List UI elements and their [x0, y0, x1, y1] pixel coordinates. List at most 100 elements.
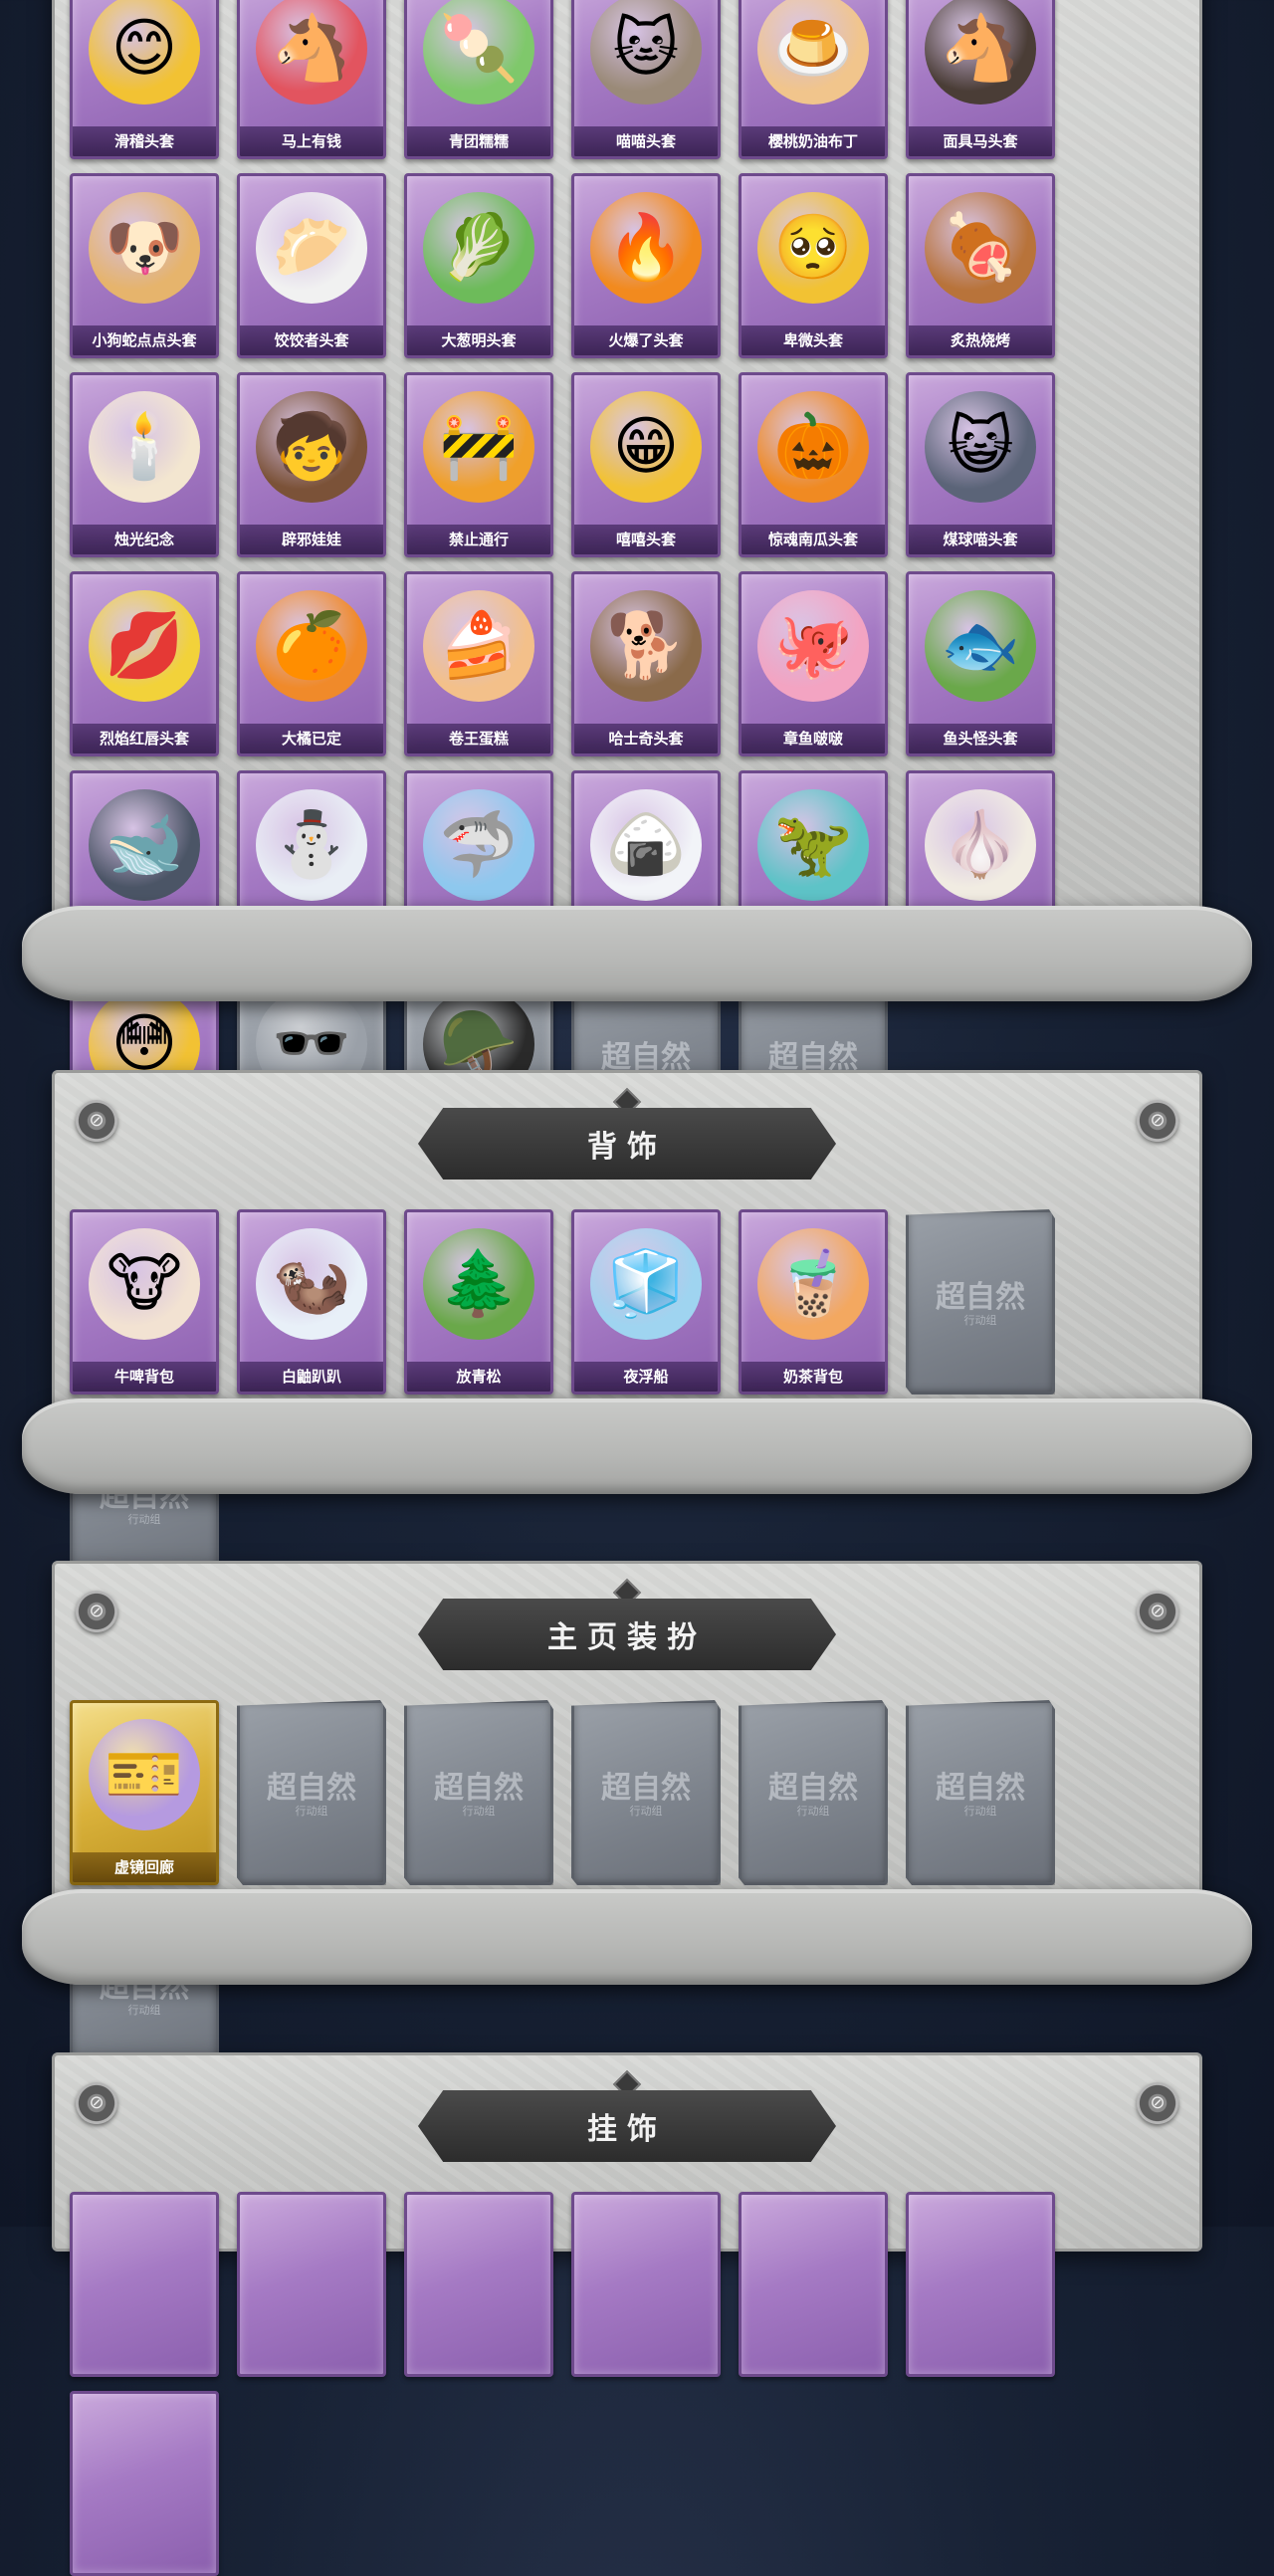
item-card[interactable]: 🚧 禁止通行 [404, 372, 553, 557]
item-icon: 🎃 [757, 391, 869, 503]
watermark-sub: 行动组 [462, 1805, 496, 1818]
item-card[interactable]: 🐴 面具马头套 [906, 0, 1055, 159]
empty-item-slot: 超自然行动组 [571, 1700, 721, 1885]
item-icon: 🐋 [89, 789, 200, 901]
pendant-panel: ⊘ ⊘ 挂饰 [52, 2052, 1202, 2576]
item-label: 牛啤背包 [73, 1362, 216, 1392]
empty-item-slot: 超自然行动组 [404, 1700, 553, 1885]
item-card[interactable]: 😁 嘻嘻头套 [571, 372, 721, 557]
corner-ornament-icon: ⊘ [76, 1100, 117, 1142]
item-icon: 🍖 [925, 192, 1036, 304]
item-card[interactable]: 🐮 牛啤背包 [70, 1209, 219, 1395]
item-card[interactable]: 🥬 大葱明头套 [404, 173, 553, 358]
watermark-logo: 超自然 [601, 1771, 691, 1806]
item-card[interactable] [70, 2192, 219, 2377]
item-card[interactable]: 🎃 惊魂南瓜头套 [739, 372, 888, 557]
section-title-banner: 主页装扮 [418, 1599, 836, 1670]
item-icon: 🧄 [925, 789, 1036, 901]
item-label: 鱼头怪头套 [909, 724, 1052, 753]
item-card[interactable] [237, 2192, 386, 2377]
item-card[interactable]: 🧊 夜浮船 [571, 1209, 721, 1395]
item-icon: 🍙 [590, 789, 702, 901]
item-card[interactable]: 🍡 青团糯糯 [404, 0, 553, 159]
item-icon: 🍊 [256, 590, 367, 702]
section-title: 挂饰 [587, 2112, 667, 2147]
item-card[interactable]: 🐶 小狗蛇点点头套 [70, 173, 219, 358]
item-card[interactable]: 🐴 马上有钱 [237, 0, 386, 159]
item-icon: 🐕 [590, 590, 702, 702]
heads-panel-bottom-scroll [22, 906, 1252, 1001]
item-card[interactable]: 🐕 哈士奇头套 [571, 571, 721, 756]
item-label: 青团糯糯 [407, 126, 550, 156]
watermark-sub: 行动组 [629, 1805, 663, 1818]
item-label: 火爆了头套 [574, 325, 718, 355]
item-card[interactable]: 🍖 炙热烧烤 [906, 173, 1055, 358]
item-label: 大橘已定 [240, 724, 383, 753]
item-card[interactable]: 🐙 章鱼啵啵 [739, 571, 888, 756]
item-icon: 🥟 [256, 192, 367, 304]
item-card[interactable]: 🧒 辟邪娃娃 [237, 372, 386, 557]
section-title-banner: 挂饰 [418, 2090, 836, 2162]
section-title: 背饰 [587, 1130, 667, 1165]
item-label: 辟邪娃娃 [240, 525, 383, 554]
watermark-logo: 超自然 [267, 1771, 356, 1806]
item-label: 马上有钱 [240, 126, 383, 156]
item-card[interactable]: 🥟 饺饺者头套 [237, 173, 386, 358]
item-label: 奶茶背包 [742, 1362, 885, 1392]
item-card[interactable]: 😊 滑稽头套 [70, 0, 219, 159]
item-card[interactable]: 🐱 喵喵头套 [571, 0, 721, 159]
item-icon: 🥬 [423, 192, 534, 304]
item-card[interactable]: 🦦 白鼬趴趴 [237, 1209, 386, 1395]
watermark-sub: 行动组 [295, 1805, 328, 1818]
item-icon: 🐟 [925, 590, 1036, 702]
item-icon: 🧋 [757, 1228, 869, 1340]
watermark-logo: 超自然 [936, 1280, 1025, 1315]
section-title-banner: 背饰 [418, 1108, 836, 1180]
item-icon: 😁 [590, 391, 702, 503]
item-icon: 🐶 [89, 192, 200, 304]
item-label: 哈士奇头套 [574, 724, 718, 753]
item-card[interactable] [739, 2192, 888, 2377]
item-card[interactable]: 🧋 奶茶背包 [739, 1209, 888, 1395]
empty-item-slot: 超自然行动组 [739, 1700, 888, 1885]
item-card[interactable]: 🥺 卑微头套 [739, 173, 888, 358]
corner-ornament-icon: ⊘ [1137, 1591, 1178, 1632]
back-panel-bottom-scroll [22, 1398, 1252, 1494]
item-card[interactable]: 💋 烈焰红唇头套 [70, 571, 219, 756]
item-label: 大葱明头套 [407, 325, 550, 355]
item-card[interactable]: 🐟 鱼头怪头套 [906, 571, 1055, 756]
item-label: 白鼬趴趴 [240, 1362, 383, 1392]
item-card[interactable] [906, 2192, 1055, 2377]
watermark-sub: 行动组 [127, 2004, 161, 2017]
section-title: 主页装扮 [547, 1620, 707, 1655]
item-card[interactable]: 🍊 大橘已定 [237, 571, 386, 756]
item-label: 饺饺者头套 [240, 325, 383, 355]
item-card[interactable]: 😺 煤球喵头套 [906, 372, 1055, 557]
item-label: 樱桃奶油布丁 [742, 126, 885, 156]
item-card[interactable] [571, 2192, 721, 2377]
item-icon: 🔥 [590, 192, 702, 304]
item-card[interactable]: 🍮 樱桃奶油布丁 [739, 0, 888, 159]
item-card[interactable]: 🍰 卷王蛋糕 [404, 571, 553, 756]
item-icon: 🎫 [89, 1719, 200, 1830]
item-card[interactable] [404, 2192, 553, 2377]
item-card[interactable]: 🔥 火爆了头套 [571, 173, 721, 358]
item-label: 卷王蛋糕 [407, 724, 550, 753]
item-icon: 🐙 [757, 590, 869, 702]
item-label: 小狗蛇点点头套 [73, 325, 216, 355]
item-icon: 🍮 [757, 0, 869, 105]
item-label: 烛光纪念 [73, 525, 216, 554]
item-label: 嘻嘻头套 [574, 525, 718, 554]
item-icon: 🦈 [423, 789, 534, 901]
item-card[interactable]: 🕯️ 烛光纪念 [70, 372, 219, 557]
item-label: 禁止通行 [407, 525, 550, 554]
item-label: 滑稽头套 [73, 126, 216, 156]
watermark-logo: 超自然 [768, 1771, 858, 1806]
item-icon: 🐮 [89, 1228, 200, 1340]
item-icon: 😊 [89, 0, 200, 105]
item-card[interactable] [70, 2391, 219, 2576]
item-card[interactable]: 🌲 放青松 [404, 1209, 553, 1395]
watermark-logo: 超自然 [936, 1771, 1025, 1806]
item-label: 面具马头套 [909, 126, 1052, 156]
item-card[interactable]: 🎫 虚镜回廊 [70, 1700, 219, 1885]
